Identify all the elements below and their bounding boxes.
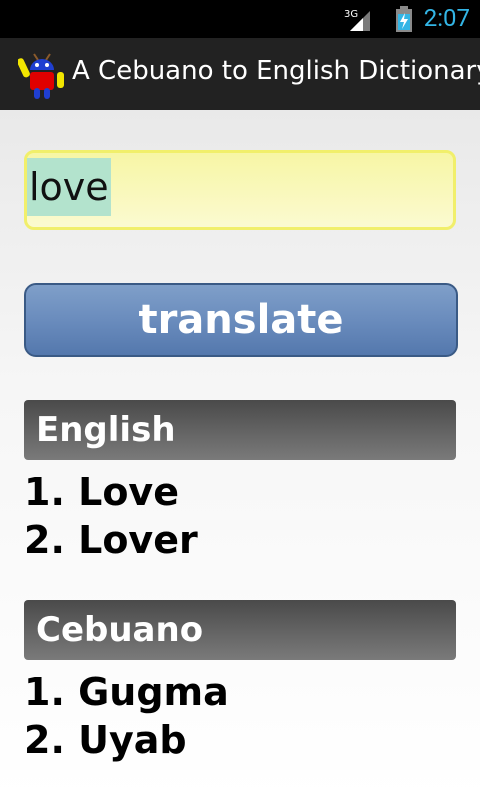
status-bar: 3G 2:07	[0, 0, 480, 38]
translate-button[interactable]: translate	[24, 283, 458, 357]
network-type-label: 3G	[344, 9, 358, 20]
search-input-value[interactable]: love	[27, 158, 111, 216]
cebuano-section-header: Cebuano	[24, 600, 456, 660]
english-result-item[interactable]: 1. Love	[24, 470, 179, 514]
app-title: A Cebuano to English Dictionary	[72, 56, 480, 86]
network-signal-icon: 3G	[344, 9, 370, 31]
english-section-header: English	[24, 400, 456, 460]
battery-charging-icon	[396, 6, 412, 32]
english-result-item[interactable]: 2. Lover	[24, 518, 198, 562]
status-time: 2:07	[423, 4, 470, 32]
cebuano-result-item[interactable]: 1. Gugma	[24, 670, 229, 714]
android-robot-icon[interactable]	[18, 50, 66, 100]
cebuano-result-item[interactable]: 2. Uyab	[24, 718, 187, 762]
